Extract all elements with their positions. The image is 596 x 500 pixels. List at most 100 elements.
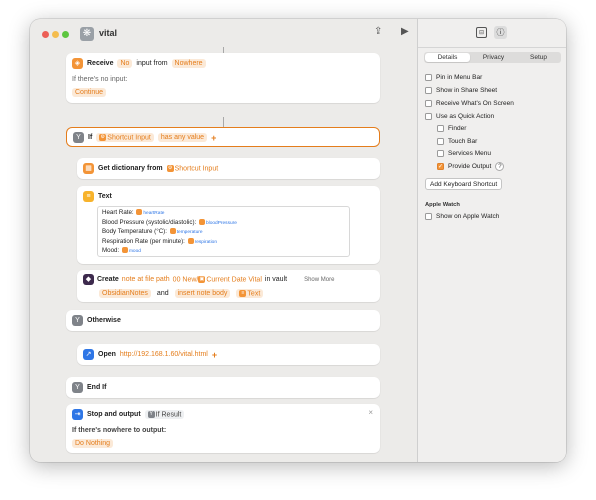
if-condition-param[interactable]: has any value — [157, 133, 208, 142]
checkbox[interactable] — [425, 100, 432, 107]
library-icon[interactable]: ⊟ — [476, 27, 487, 38]
no-input-action-param[interactable]: Continue — [72, 88, 107, 97]
checkbox[interactable] — [437, 138, 444, 145]
magic-variable-token[interactable]: bloodPressure — [206, 221, 237, 226]
no-input-label: If there's no input: — [72, 76, 128, 83]
checkbox[interactable] — [437, 125, 444, 132]
note-body-variable: Text — [247, 290, 261, 298]
note-body-param[interactable]: ≡ Text — [236, 289, 264, 299]
text-line-label: Heart Rate: — [102, 209, 134, 216]
shortcut-editor: ◈ Receive No input from Nowhere If there… — [30, 47, 417, 462]
get-dict-variable-param[interactable]: ⚙ Shortcut Input — [166, 164, 219, 173]
checkbox[interactable] — [425, 87, 432, 94]
option-share-sheet[interactable]: Show in Share Sheet — [425, 87, 497, 94]
option-apple-watch[interactable]: Show on Apple Watch — [425, 213, 499, 220]
remove-action-button[interactable]: × — [368, 408, 373, 417]
apple-watch-header: Apple Watch — [425, 202, 460, 208]
create-note-action[interactable]: ◆ Create note at file path 00 New/▣ Curre… — [77, 270, 380, 302]
magic-variable-token[interactable]: heartRate — [143, 211, 164, 216]
input-type-param[interactable]: No — [117, 59, 133, 68]
play-icon[interactable]: ▶ — [401, 26, 409, 37]
path-variable: Current Date — [206, 276, 247, 284]
info-icon[interactable]: ⓘ — [494, 26, 507, 39]
in-vault-label: in vault — [264, 276, 288, 283]
sidebar-toolbar: ⊟ ⓘ — [418, 19, 566, 48]
stop-output-action[interactable]: ⇥ Stop and output Y If Result × If there'… — [66, 404, 380, 453]
option-touch-bar[interactable]: Touch Bar — [437, 138, 477, 145]
branch-icon: Y — [147, 410, 155, 418]
text-content-field[interactable]: Heart Rate: heartRate Blood Pressure (sy… — [97, 206, 350, 257]
vault-param[interactable]: ObsidianNotes — [99, 289, 151, 299]
window-title[interactable]: vital — [99, 28, 117, 38]
otherwise-label: Otherwise — [87, 317, 121, 324]
end-if-action[interactable]: Y End If — [66, 377, 380, 398]
file-path-param[interactable]: 00 New/▣ Current Date Vital — [173, 275, 262, 284]
option-pin-menu-bar[interactable]: Pin in Menu Bar — [425, 74, 482, 81]
checkbox-checked[interactable]: ✓ — [437, 163, 444, 170]
tab-setup[interactable]: Setup — [516, 52, 561, 63]
text-action[interactable]: ≡ Text Heart Rate: heartRate Blood Press… — [77, 186, 380, 264]
text-lines-icon: ≡ — [239, 290, 247, 297]
receive-action[interactable]: ◈ Receive No input from Nowhere If there… — [66, 53, 380, 103]
if-variable-param[interactable]: ⚙ Shortcut Input — [96, 132, 154, 143]
option-receive-on-screen[interactable]: Receive What's On Screen — [425, 100, 514, 107]
input-source-param[interactable]: Nowhere — [171, 59, 206, 68]
checkbox[interactable] — [425, 113, 432, 120]
if-label: If — [88, 134, 93, 141]
magic-variable-token[interactable]: mood — [129, 249, 141, 254]
stop-output-icon: ⇥ — [72, 409, 83, 420]
show-more-button[interactable]: Show More — [304, 277, 334, 283]
magic-variable-token[interactable]: respiration — [195, 240, 217, 245]
output-variable-label: If Result — [155, 411, 182, 419]
end-if-label: End If — [87, 384, 107, 391]
checkbox[interactable] — [425, 213, 432, 220]
gear-icon — [187, 237, 194, 244]
title-bar: ❋ vital ⇪ ▶ — [30, 19, 417, 47]
close-window-button[interactable] — [42, 31, 49, 38]
create-label: Create — [97, 276, 119, 283]
help-button[interactable]: ? — [495, 162, 505, 171]
note-operation-param[interactable]: insert note body — [174, 289, 231, 299]
text-label: Text — [98, 193, 112, 200]
gear-icon — [136, 209, 143, 216]
if-action[interactable]: Y If ⚙ Shortcut Input has any value + — [66, 127, 380, 147]
otherwise-action[interactable]: Y Otherwise — [66, 310, 380, 331]
add-url-button[interactable]: + — [212, 350, 217, 360]
option-label: Receive What's On Screen — [436, 100, 514, 107]
create-type-param[interactable]: note at file path — [122, 276, 170, 283]
option-label: Use as Quick Action — [436, 113, 495, 120]
output-variable-param[interactable]: Y If Result — [144, 409, 185, 420]
checkbox[interactable] — [425, 74, 432, 81]
option-label: Show in Share Sheet — [436, 87, 498, 94]
shortcut-icon[interactable]: ❋ — [80, 27, 94, 41]
checkbox[interactable] — [437, 150, 444, 157]
calendar-icon: ▣ — [198, 275, 206, 283]
option-services-menu[interactable]: Services Menu — [437, 150, 491, 157]
option-quick-action[interactable]: Use as Quick Action — [425, 113, 494, 120]
url-param[interactable]: http://192.168.1.60/vital.html — [120, 351, 208, 358]
gear-icon — [169, 228, 176, 235]
nowhere-action-param[interactable]: Do Nothing — [72, 439, 114, 448]
text-lines-icon: ≡ — [83, 191, 94, 202]
input-from-label: input from — [136, 60, 168, 67]
option-finder[interactable]: Finder — [437, 125, 466, 132]
minimize-window-button[interactable] — [52, 31, 59, 38]
branch-icon: Y — [73, 132, 84, 143]
open-label: Open — [98, 351, 116, 358]
gear-icon: ⚙ — [166, 164, 174, 172]
branch-icon: Y — [72, 382, 83, 393]
zoom-window-button[interactable] — [62, 31, 69, 38]
magic-variable-token[interactable]: temperature — [177, 230, 203, 235]
add-keyboard-shortcut-button[interactable]: Add Keyboard Shortcut — [425, 178, 503, 190]
add-condition-button[interactable]: + — [211, 133, 216, 143]
option-label: Provide Output — [448, 163, 492, 170]
tab-details[interactable]: Details — [425, 53, 470, 62]
option-provide-output[interactable]: ✓ Provide Output? — [437, 162, 505, 171]
details-sidebar: ⊟ ⓘ Details Privacy Setup Pin in Menu Ba… — [417, 19, 566, 462]
tab-privacy[interactable]: Privacy — [471, 52, 516, 63]
get-dict-variable-label: Shortcut Input — [174, 165, 219, 173]
open-url-action[interactable]: ↗ Open http://192.168.1.60/vital.html + — [77, 344, 380, 365]
text-line: Heart Rate: heartRate — [102, 209, 345, 219]
get-dictionary-action[interactable]: ▦ Get dictionary from ⚙ Shortcut Input — [77, 158, 380, 179]
share-icon[interactable]: ⇪ — [374, 26, 382, 37]
